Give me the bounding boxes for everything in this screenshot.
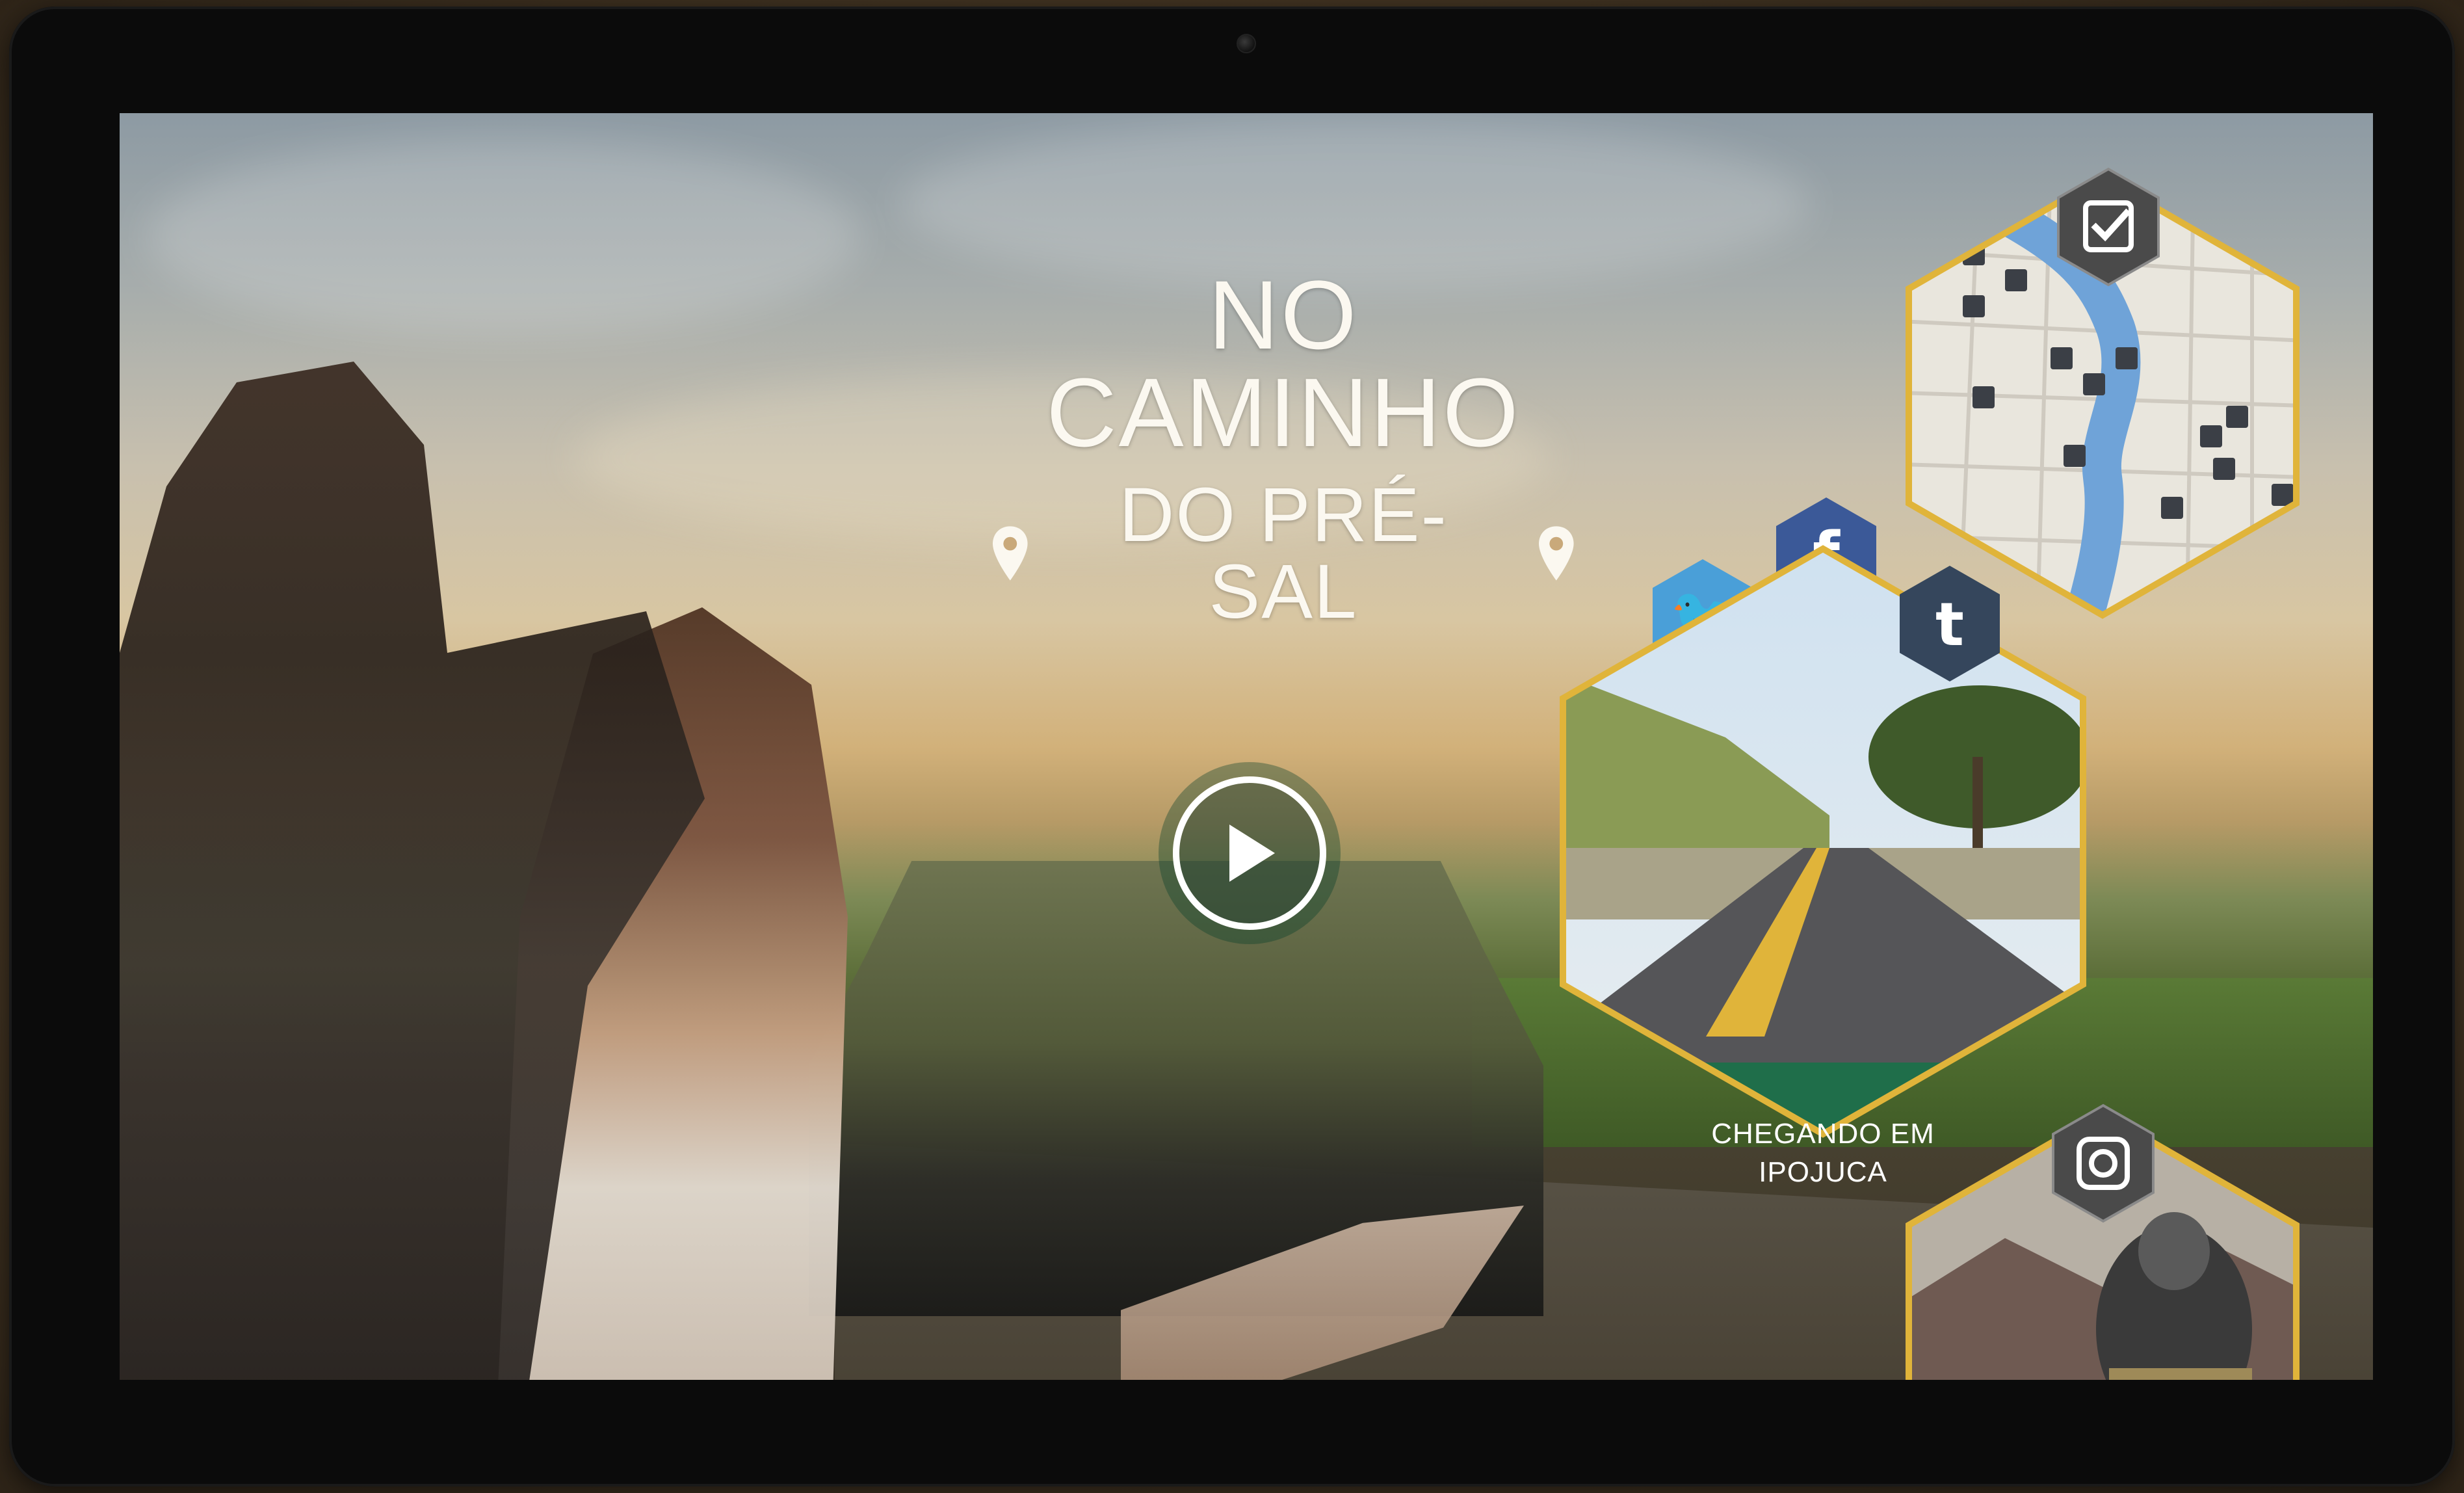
instagram-icon xyxy=(2052,1103,2155,1223)
title-line-2: DO PRÉ-SAL xyxy=(1119,472,1448,635)
map-pin-icon xyxy=(992,526,1028,581)
location-card[interactable]: CHEGANDO EM IPOJUCA xyxy=(1556,542,2090,1188)
tablet-bezel: NO CAMINHO DO PRÉ-SAL 🐦 CHEGANDO EM IPOJ… xyxy=(9,7,2455,1486)
play-icon xyxy=(1229,825,1275,882)
cloud xyxy=(146,139,861,334)
checkin-icon xyxy=(2057,167,2160,287)
instagram-hex-tile[interactable] xyxy=(1901,1103,2304,1380)
hero-title: NO CAMINHO DO PRÉ-SAL xyxy=(991,266,1576,630)
title-line-1: NO CAMINHO xyxy=(1046,260,1521,467)
video-play-button[interactable] xyxy=(1173,776,1326,930)
hero-screen: NO CAMINHO DO PRÉ-SAL 🐦 CHEGANDO EM IPOJ… xyxy=(120,113,2373,1380)
tumblr-icon: t xyxy=(1935,590,1964,659)
tumblr-button[interactable]: t xyxy=(1894,562,2005,685)
camera-icon xyxy=(1237,34,1256,53)
